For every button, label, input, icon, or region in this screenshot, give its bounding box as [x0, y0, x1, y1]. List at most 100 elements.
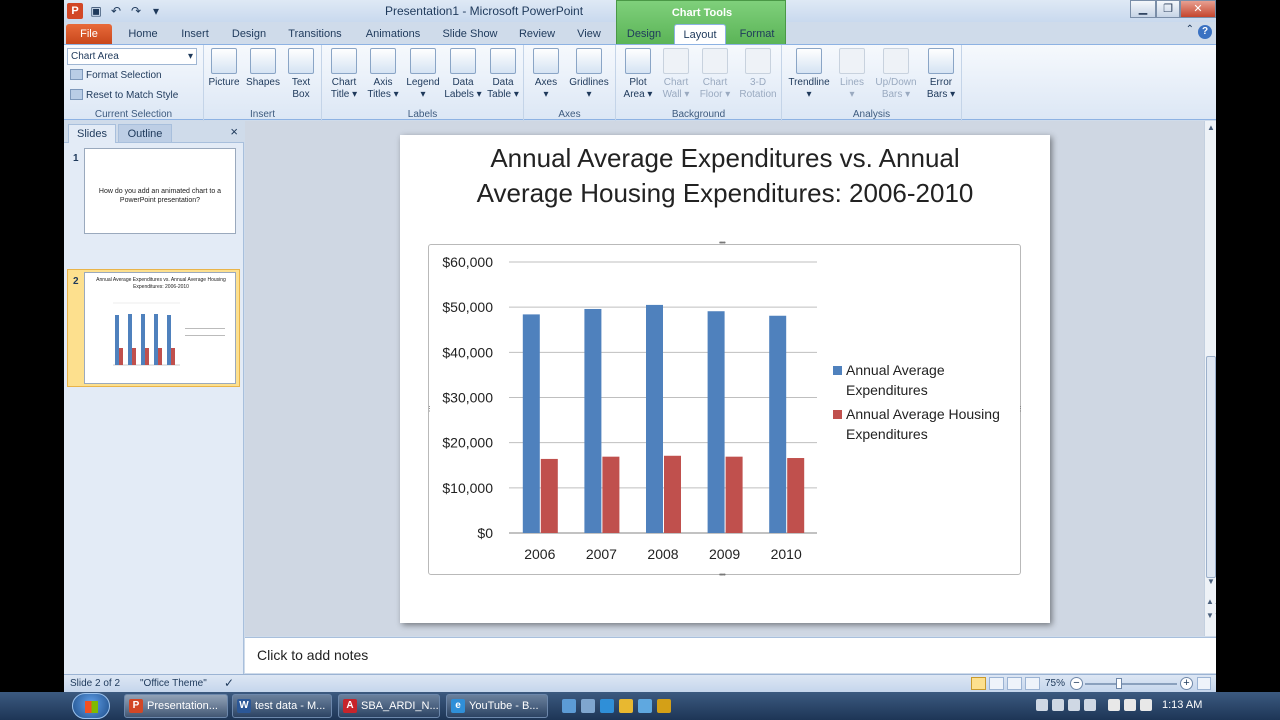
folder-icon[interactable] [638, 699, 652, 713]
flag-icon[interactable] [1124, 699, 1136, 711]
tab-chart-format[interactable]: Format [732, 24, 782, 44]
group-label: Labels [407, 109, 438, 120]
resize-handle-bottom[interactable]: •••• [719, 572, 726, 579]
scroll-down-icon[interactable]: ▼ [1206, 577, 1216, 586]
tab-file[interactable]: File [66, 24, 112, 44]
picture-button[interactable]: Picture [206, 48, 242, 89]
tray-icon[interactable] [1084, 699, 1096, 711]
zoom-out-button[interactable]: − [1070, 677, 1083, 690]
tab-slide-show[interactable]: Slide Show [436, 24, 504, 44]
zoom-level[interactable]: 75% [1045, 678, 1065, 689]
chart-title-button[interactable]: Chart Title ▾ [326, 48, 362, 101]
taskbar-item-browser[interactable]: e YouTube - B... [446, 694, 548, 718]
slide-thumbnail-2-selected[interactable]: 2 Annual Average Expenditures vs. Annual… [67, 269, 240, 387]
slide-sorter-icon[interactable] [989, 677, 1004, 690]
minimize-ribbon-icon[interactable]: ⌃ [1186, 24, 1194, 35]
media-player-icon[interactable] [657, 699, 671, 713]
tray-icon[interactable] [1052, 699, 1064, 711]
tab-design[interactable]: Design [226, 24, 272, 44]
previous-slide-icon[interactable]: ▲▲ [1206, 597, 1216, 606]
up-down-bars-button[interactable]: Up/Down Bars ▾ [872, 48, 920, 101]
close-button[interactable]: ✕ [1180, 0, 1216, 18]
slide-canvas[interactable]: Annual Average Expenditures vs. Annual A… [400, 135, 1050, 623]
taskbar-item-word[interactable]: Wtest data - M... [232, 694, 332, 718]
gridlines-button[interactable]: Gridlines ▾ [566, 48, 612, 101]
show-desktop-icon[interactable] [562, 699, 576, 713]
reset-style-label: Reset to Match Style [86, 90, 179, 101]
legend-button[interactable]: Legend ▾ [404, 48, 442, 101]
restore-button[interactable]: ❐ [1156, 0, 1180, 18]
tab-chart-design[interactable]: Design [620, 24, 668, 44]
taskbar-item-pdf[interactable]: A SBA_ARDI_N... [338, 694, 440, 718]
column-chart[interactable]: $0 $10,000 $20,000 $30,000 $40,000 $50,000 $60… [429, 245, 1020, 574]
close-pane-icon[interactable]: × [230, 124, 238, 139]
vertical-scrollbar[interactable]: ▲ ▼ ▲▲ ▼▼ [1204, 121, 1216, 636]
shapes-button[interactable]: Shapes [244, 48, 282, 89]
plot-area-button[interactable]: Plot Area ▾ [620, 48, 656, 101]
tab-review[interactable]: Review [512, 24, 562, 44]
normal-view-icon[interactable] [971, 677, 986, 690]
trendline-button[interactable]: Trendline ▾ [786, 48, 832, 101]
notes-pane[interactable]: Click to add notes [245, 637, 1216, 673]
lines-button[interactable]: Lines ▾ [834, 48, 870, 101]
spell-check-icon[interactable]: ✓ [224, 676, 234, 690]
tab-transitions[interactable]: Transitions [280, 24, 350, 44]
reset-to-match-style-button[interactable]: Reset to Match Style [70, 89, 178, 101]
resize-handle-right[interactable]: ⋮ [1017, 405, 1024, 413]
tray-icon[interactable] [1068, 699, 1080, 711]
zoom-in-button[interactable]: + [1180, 677, 1193, 690]
customize-qat-icon[interactable]: ▾ [148, 3, 164, 19]
data-labels-icon [450, 48, 476, 74]
help-icon[interactable]: ? [1198, 25, 1212, 39]
taskbar-item-powerpoint[interactable]: P Presentation... [124, 694, 228, 718]
slide-show-view-icon[interactable] [1025, 677, 1040, 690]
redo-icon[interactable]: ↷ [128, 3, 144, 19]
minimize-button[interactable]: ▁ [1130, 0, 1156, 18]
start-button[interactable] [72, 693, 110, 719]
slide-title[interactable]: Annual Average Expenditures vs. Annual A… [430, 141, 1020, 211]
scrollbar-thumb[interactable] [1206, 356, 1216, 578]
chart-floor-button[interactable]: Chart Floor ▾ [696, 48, 734, 101]
tab-animations[interactable]: Animations [358, 24, 428, 44]
lines-label-2: ▾ [849, 89, 855, 100]
tab-view[interactable]: View [568, 24, 610, 44]
axes-button[interactable]: Axes ▾ [528, 48, 564, 101]
reading-view-icon[interactable] [1007, 677, 1022, 690]
slides-pane: Slides Outline × 1 How do you add an ani… [64, 121, 244, 674]
tray-icon[interactable] [1036, 699, 1048, 711]
resize-handle-left[interactable]: ⋮ [426, 405, 433, 413]
3d-rotation-button[interactable]: 3-D Rotation [736, 48, 780, 101]
chart-frame[interactable]: •••• •••• ⋮ ⋮ $0 $10,000 $20,000 $30,000 $40… [426, 240, 1024, 579]
slide-thumbnail-1[interactable]: How do you add an animated chart to a Po… [84, 148, 236, 234]
chart-wall-button[interactable]: Chart Wall ▾ [658, 48, 694, 101]
format-selection-button[interactable]: Format Selection [70, 69, 162, 81]
clock[interactable]: 1:13 AM [1162, 699, 1202, 711]
powerpoint-app-icon[interactable]: P [67, 3, 83, 19]
zoom-slider[interactable] [1085, 683, 1177, 685]
undo-icon[interactable]: ↶ [108, 3, 124, 19]
internet-explorer-icon[interactable] [600, 699, 614, 713]
explorer-icon[interactable] [581, 699, 595, 713]
data-labels-button[interactable]: Data Labels ▾ [444, 48, 482, 101]
fit-slide-icon[interactable] [1197, 677, 1211, 690]
axis-titles-button[interactable]: Axis Titles ▾ [364, 48, 402, 101]
tab-outline[interactable]: Outline [118, 124, 172, 143]
save-icon[interactable]: ▣ [88, 3, 104, 19]
volume-icon[interactable] [1140, 699, 1152, 711]
tab-home[interactable]: Home [120, 24, 166, 44]
next-slide-icon[interactable]: ▼▼ [1206, 611, 1216, 620]
error-bars-button[interactable]: Error Bars ▾ [922, 48, 960, 101]
text-box-button[interactable]: Text Box [284, 48, 318, 101]
outlook-icon[interactable] [619, 699, 633, 713]
resize-handle-top[interactable]: •••• [719, 240, 726, 247]
chart-element-dropdown[interactable]: Chart Area ▾ [67, 48, 197, 65]
scroll-up-icon[interactable]: ▲ [1206, 123, 1216, 132]
data-table-button[interactable]: Data Table ▾ [484, 48, 522, 101]
tab-slides[interactable]: Slides [68, 124, 116, 143]
theme-name[interactable]: "Office Theme" [140, 678, 207, 689]
network-icon[interactable] [1108, 699, 1120, 711]
notes-placeholder: Click to add notes [257, 647, 369, 663]
zoom-slider-knob[interactable] [1116, 678, 1122, 689]
tab-insert[interactable]: Insert [172, 24, 218, 44]
tab-chart-layout[interactable]: Layout [674, 24, 726, 44]
